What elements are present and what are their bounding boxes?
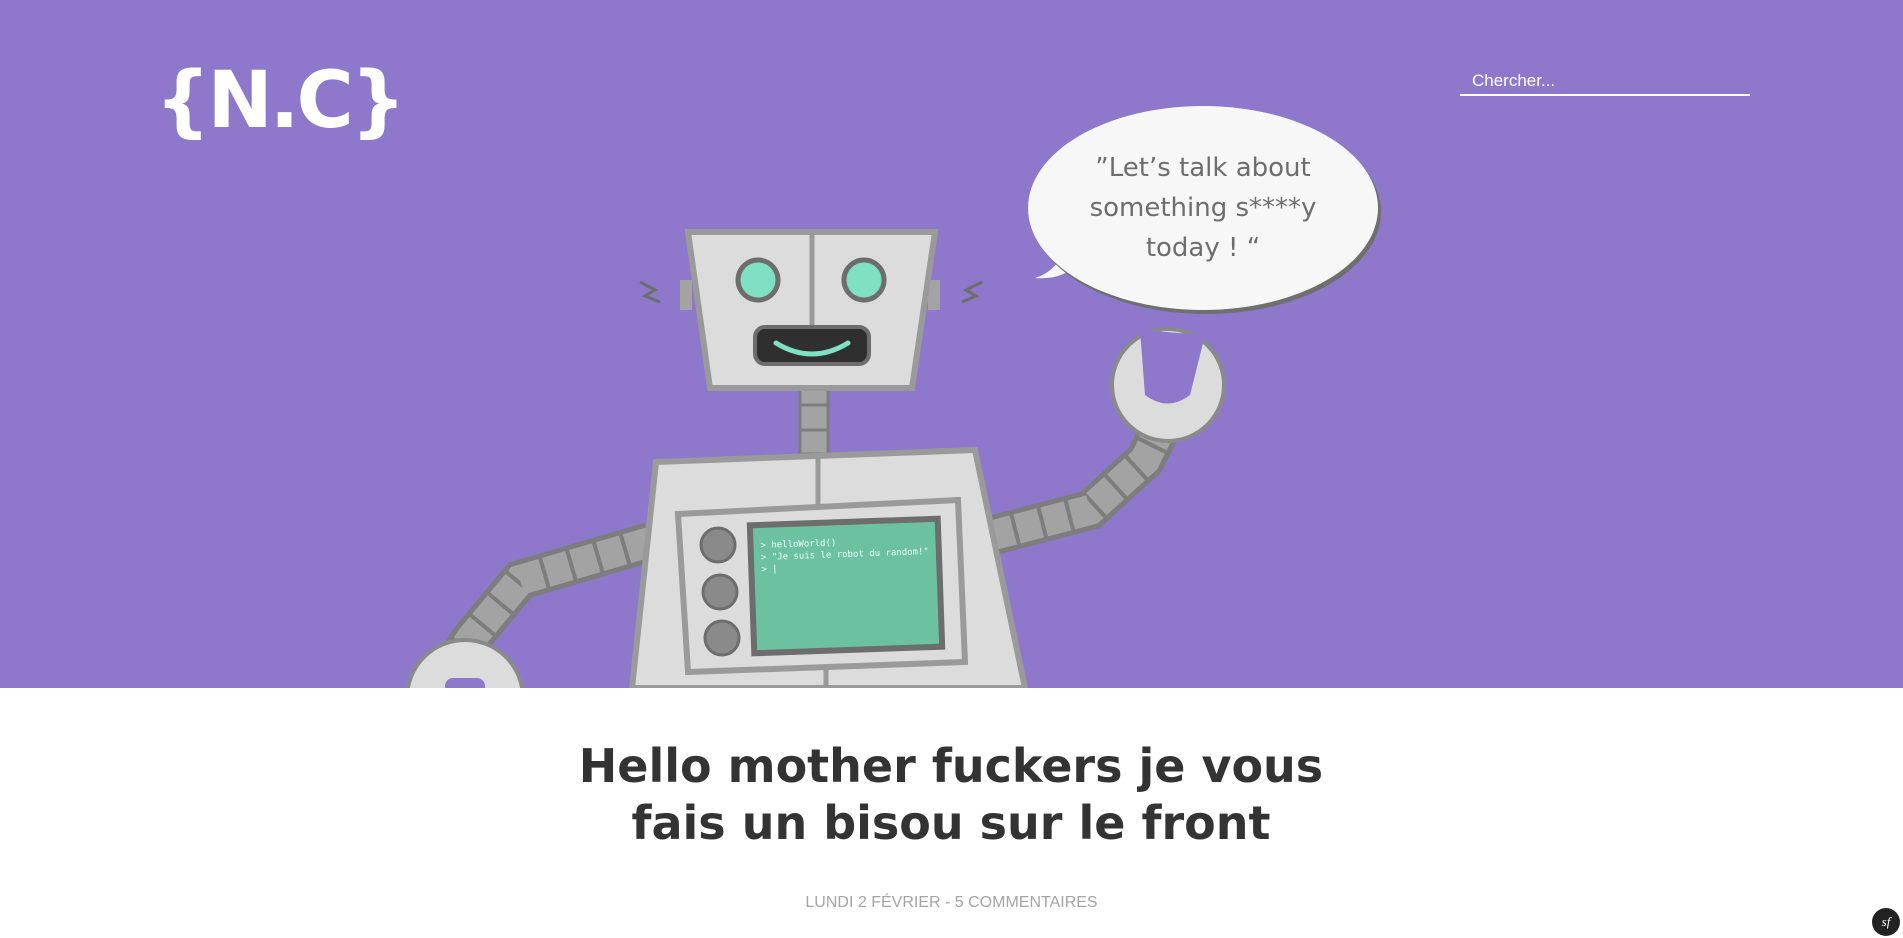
robot-body [628, 446, 1029, 688]
speech-bubble: ”Let’s talk about something s****y today… [1028, 106, 1378, 310]
symfony-debug-icon[interactable]: sf [1872, 908, 1900, 936]
robot-head [639, 229, 983, 391]
robot-neck [798, 380, 830, 456]
post-meta: LUNDI 2 FÉVRIER - 5 COMMENTAIRES [805, 894, 1098, 911]
robot-right-arm [984, 327, 1226, 556]
post-title[interactable]: Hello mother fuckers je vous fais un bis… [551, 738, 1351, 852]
post-header: Hello mother fuckers je vous fais un bis… [0, 688, 1903, 938]
site-logo[interactable]: {N.C} [155, 62, 406, 140]
terminal-line: > | [761, 564, 778, 575]
search-input[interactable] [1460, 68, 1750, 96]
speech-bubble-text: ”Let’s talk about something s****y today… [1089, 153, 1317, 263]
hero-banner: > helloWorld() > "Je suis le robot du ra… [0, 0, 1903, 688]
robot-left-arm [405, 522, 656, 688]
